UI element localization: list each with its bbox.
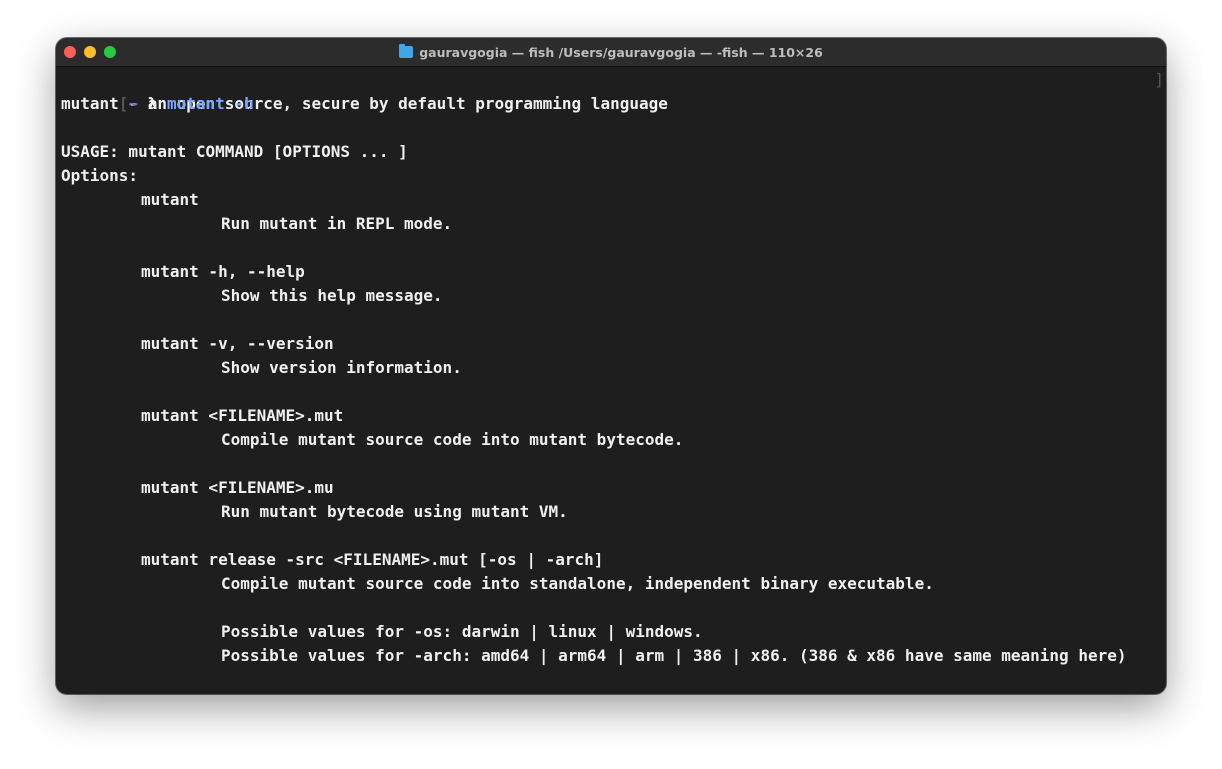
option-desc: Possible values for -arch: amd64 | arm64… <box>221 646 1127 665</box>
options-heading: Options: <box>61 166 139 185</box>
window-title-text: gauravgogia — fish /Users/gauravgogia — … <box>419 44 823 60</box>
option-name: mutant release -src <FILENAME>.mut [-os … <box>141 550 604 569</box>
option-name: mutant -v, --version <box>141 334 334 353</box>
option-desc: Run mutant in REPL mode. <box>221 214 453 233</box>
command-text: mutant -h <box>167 94 254 113</box>
option-name: mutant <FILENAME>.mu <box>141 478 334 497</box>
text-cursor <box>157 693 168 694</box>
prompt-tilde: ~ <box>128 94 139 113</box>
bracket-left: [ <box>118 94 129 113</box>
option-desc: Possible values for -os: darwin | linux … <box>221 622 703 641</box>
command-line: [~ λ mutant -h ] <box>61 68 1166 113</box>
option-desc: Show this help message. <box>221 286 443 305</box>
prompt-symbol: λ <box>147 94 158 113</box>
option-name: mutant <box>141 190 199 209</box>
option-name: mutant -h, --help <box>141 262 305 281</box>
terminal-output[interactable]: [~ λ mutant -h ] mutant - an open source… <box>61 68 1166 694</box>
title-bar: gauravgogia — fish /Users/gauravgogia — … <box>56 38 1166 67</box>
option-name: mutant <FILENAME>.mut <box>141 406 344 425</box>
option-desc: Show version information. <box>221 358 462 377</box>
prompt-line[interactable]: ~ λ <box>61 668 1166 694</box>
folder-icon <box>399 44 414 58</box>
terminal-window: gauravgogia — fish /Users/gauravgogia — … <box>56 38 1166 694</box>
option-desc: Compile mutant source code into mutant b… <box>221 430 684 449</box>
option-desc: Compile mutant source code into standalo… <box>221 574 934 593</box>
usage-line: USAGE: mutant COMMAND [OPTIONS ... ] <box>61 142 408 161</box>
window-title: gauravgogia — fish /Users/gauravgogia — … <box>56 38 1166 66</box>
bracket-right: ] <box>1154 70 1164 89</box>
option-desc: Run mutant bytecode using mutant VM. <box>221 502 568 521</box>
